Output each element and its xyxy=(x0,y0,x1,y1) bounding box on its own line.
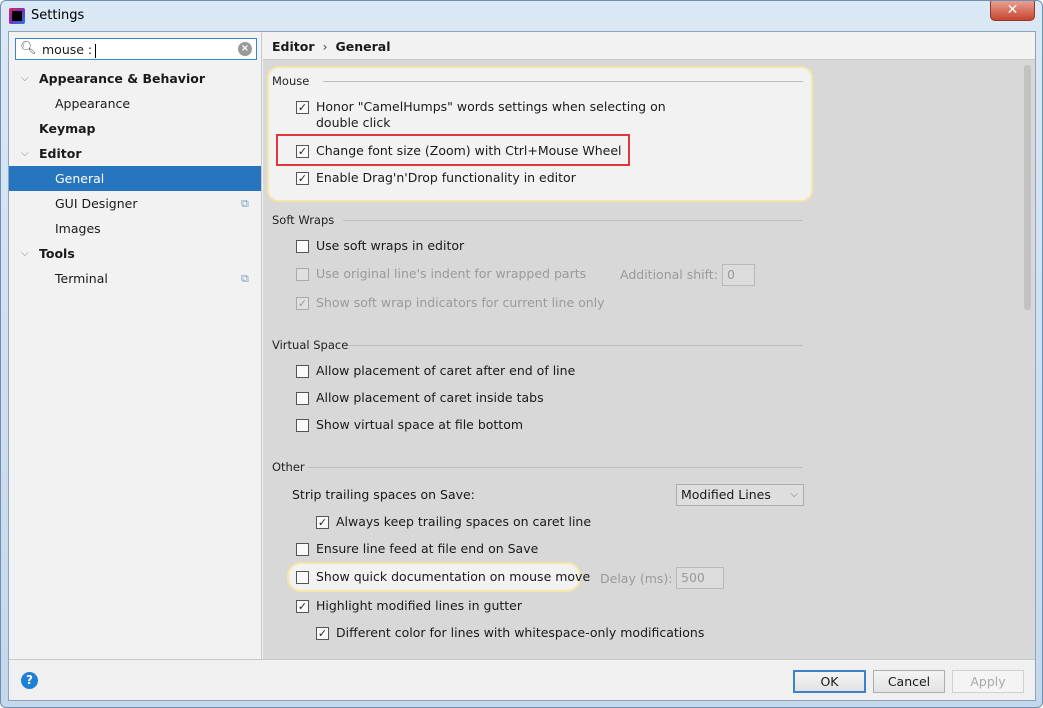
checkbox-label: Allow placement of caret after end of li… xyxy=(316,363,576,378)
chevron-down-icon[interactable]: ⌵ xyxy=(21,66,29,91)
checkbox-label: Show quick documentation on mouse move xyxy=(316,569,591,584)
checkbox-unchecked-icon xyxy=(296,268,309,281)
sidebar-item-appearance-behavior[interactable]: ⌵ Appearance & Behavior xyxy=(9,66,261,91)
sidebar-item-label: Appearance & Behavior xyxy=(39,71,205,86)
checkbox-label: Always keep trailing spaces on caret lin… xyxy=(336,514,592,529)
checkbox-unchecked-icon[interactable] xyxy=(296,365,309,378)
sidebar-item-label: Tools xyxy=(39,246,75,261)
apply-button[interactable]: Apply xyxy=(952,670,1024,693)
section-title-mouse: Mouse xyxy=(272,74,310,88)
delay-label: Delay (ms): xyxy=(600,571,673,586)
checkbox-label: Change font size (Zoom) with Ctrl+Mouse … xyxy=(316,143,622,158)
checkbox-label: double click xyxy=(316,115,391,130)
breadcrumb-separator: › xyxy=(322,39,328,54)
checkbox-checked-icon[interactable]: ✓ xyxy=(296,600,309,613)
sidebar-item-gui-designer[interactable]: GUI Designer ⧉ xyxy=(9,191,261,216)
checkbox-label: Show virtual space at file bottom xyxy=(316,417,524,432)
checkbox-label: Highlight modified lines in gutter xyxy=(316,598,523,613)
checkbox-unchecked-icon[interactable] xyxy=(296,392,309,405)
checkbox-checked-icon[interactable]: ✓ xyxy=(316,627,329,640)
chevron-down-icon: ⌵ xyxy=(790,489,798,500)
checkbox-label: Use soft wraps in editor xyxy=(316,238,465,253)
window-title: Settings xyxy=(31,8,85,23)
settings-window: Settings ✕ 🔍︎ mouse : × ⌵ Appearance & Be… xyxy=(0,0,1043,708)
sidebar-item-editor[interactable]: ⌵ Editor xyxy=(9,141,261,166)
clear-search-icon[interactable]: × xyxy=(238,42,252,56)
checkbox-checked-icon[interactable]: ✓ xyxy=(296,101,309,114)
checkbox-unchecked-icon[interactable] xyxy=(296,419,309,432)
sidebar-item-label: General xyxy=(55,171,105,186)
vertical-scrollbar[interactable] xyxy=(1021,60,1035,659)
breadcrumb-current: General xyxy=(335,39,391,54)
checkbox-label: Ensure line feed at file end on Save xyxy=(316,541,539,556)
section-title-other: Other xyxy=(272,460,305,474)
checkbox-unchecked-icon[interactable] xyxy=(296,571,309,584)
checkbox-label: Honor "CamelHumps" words settings when s… xyxy=(316,99,666,114)
strip-trailing-select[interactable]: Modified Lines ⌵ xyxy=(676,484,804,506)
additional-shift-input: 0 xyxy=(722,264,755,286)
sidebar-item-label: GUI Designer xyxy=(55,196,138,211)
sidebar-item-label: Images xyxy=(55,221,101,236)
dialog-footer: ? OK Cancel Apply xyxy=(9,659,1035,700)
intellij-app-icon xyxy=(9,8,25,24)
search-value: mouse : xyxy=(42,42,93,57)
ok-button[interactable]: OK xyxy=(793,670,866,693)
content-header: Editor › General xyxy=(263,32,1035,60)
search-input[interactable]: 🔍︎ mouse : × xyxy=(15,38,257,60)
checkbox-unchecked-icon[interactable] xyxy=(296,543,309,556)
sidebar-item-label: Editor xyxy=(39,146,82,161)
checkbox-checked-icon[interactable]: ✓ xyxy=(296,172,309,185)
checkbox-label: Show soft wrap indicators for current li… xyxy=(316,295,605,310)
close-button[interactable]: ✕ xyxy=(990,1,1035,21)
sidebar-item-terminal[interactable]: Terminal ⧉ xyxy=(9,266,261,291)
strip-trailing-value: Modified Lines xyxy=(681,487,771,502)
chevron-down-icon[interactable]: ⌵ xyxy=(21,241,29,266)
strip-trailing-label: Strip trailing spaces on Save: xyxy=(292,487,475,502)
chevron-down-icon[interactable]: ⌵ xyxy=(21,141,29,166)
breadcrumb-parent: Editor xyxy=(272,39,315,54)
sidebar-item-tools[interactable]: ⌵ Tools xyxy=(9,241,261,266)
checkbox-label: Allow placement of caret inside tabs xyxy=(316,390,544,405)
help-icon[interactable]: ? xyxy=(21,672,38,689)
breadcrumb: Editor › General xyxy=(272,39,391,54)
search-icon: 🔍︎ xyxy=(20,41,37,56)
close-icon: ✕ xyxy=(1006,2,1019,18)
project-settings-icon: ⧉ xyxy=(241,272,249,285)
section-title-soft-wraps: Soft Wraps xyxy=(272,213,335,227)
sidebar-item-label: Appearance xyxy=(55,96,131,111)
cancel-button[interactable]: Cancel xyxy=(873,670,945,693)
sidebar-item-general[interactable]: General xyxy=(9,166,261,191)
sidebar-item-images[interactable]: Images xyxy=(9,216,261,241)
checkbox-checked-icon[interactable]: ✓ xyxy=(316,516,329,529)
additional-shift-label: Additional shift: xyxy=(620,267,718,282)
sidebar-item-appearance[interactable]: Appearance xyxy=(9,91,261,116)
delay-input: 500 xyxy=(676,567,724,589)
settings-sidebar: 🔍︎ mouse : × ⌵ Appearance & Behavior Appe… xyxy=(9,32,262,659)
checkbox-checked-icon[interactable]: ✓ xyxy=(296,145,309,158)
checkbox-label: Different color for lines with whitespac… xyxy=(336,625,705,640)
settings-content: Editor › General Mouse ✓ Honor "CamelHumps"… xyxy=(263,32,1035,659)
checkbox-label: Use original line's indent for wrapped p… xyxy=(316,266,587,281)
scrollbar-thumb[interactable] xyxy=(1024,65,1031,310)
section-title-virtual-space: Virtual Space xyxy=(272,338,349,352)
project-settings-icon: ⧉ xyxy=(241,197,249,210)
checkbox-unchecked-icon[interactable] xyxy=(296,240,309,253)
title-bar: Settings ✕ xyxy=(1,1,1042,31)
checkbox-checked-icon: ✓ xyxy=(296,297,309,310)
sidebar-item-label: Keymap xyxy=(39,121,96,136)
checkbox-label: Enable Drag'n'Drop functionality in edit… xyxy=(316,170,576,185)
sidebar-item-keymap[interactable]: Keymap xyxy=(9,116,261,141)
sidebar-item-label: Terminal xyxy=(55,271,108,286)
